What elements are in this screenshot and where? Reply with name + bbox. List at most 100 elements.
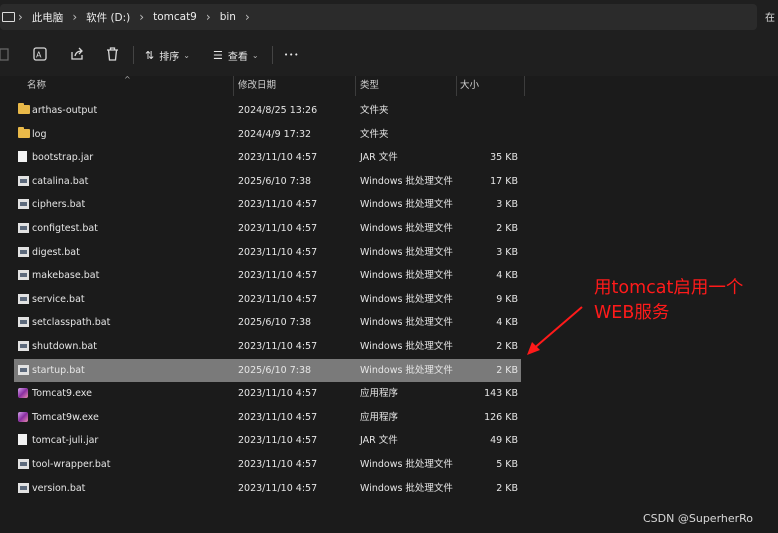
file-name: tomcat-juli.jar	[32, 435, 99, 447]
file-type: Windows 批处理文件	[360, 459, 453, 470]
more-options-button[interactable]: •••	[284, 42, 299, 68]
column-date-modified[interactable]: 修改日期	[238, 76, 276, 96]
chevron-right-icon[interactable]: ›	[15, 10, 26, 24]
sort-button[interactable]: ⇅ 排序 ⌄	[145, 42, 190, 68]
file-row[interactable]: bootstrap.jar 2023/11/10 4:57 JAR 文件 35 KB	[14, 146, 521, 169]
file-name: makebase.bat	[32, 270, 100, 282]
file-row[interactable]: shutdown.bat 2023/11/10 4:57 Windows 批处理文件…	[14, 335, 521, 358]
annotation-text: 用tomcat启用一个 WEB服务	[594, 276, 743, 326]
file-row[interactable]: tool-wrapper.bat 2023/11/10 4:57 Windows 批…	[14, 453, 521, 476]
file-row[interactable]: log 2024/4/9 17:32 文件夹	[14, 123, 521, 146]
file-type: 文件夹	[360, 128, 389, 140]
chevron-right-icon[interactable]: ›	[203, 10, 214, 24]
breadcrumb-bin[interactable]: bin	[214, 11, 242, 23]
bat-icon	[18, 482, 29, 493]
file-name: setclasspath.bat	[32, 317, 111, 329]
jar-icon	[18, 434, 27, 446]
file-date-modified: 2023/11/10 4:57	[238, 482, 318, 494]
bat-icon	[18, 199, 29, 210]
file-date-modified: 2023/11/10 4:57	[238, 246, 318, 258]
bat-icon	[18, 341, 29, 351]
bat-icon	[18, 364, 29, 375]
chevron-right-icon[interactable]: ›	[136, 10, 147, 24]
file-type: Windows 批处理文件	[360, 223, 453, 234]
breadcrumb-tomcat9[interactable]: tomcat9	[147, 11, 203, 23]
chevron-right-icon[interactable]: ›	[69, 10, 80, 24]
file-size: 4 KB	[496, 270, 518, 282]
file-row[interactable]: configtest.bat 2023/11/10 4:57 Windows 批处理…	[14, 217, 521, 240]
file-type: 应用程序	[360, 388, 399, 400]
search-box-partial[interactable]: 在	[765, 9, 775, 24]
file-row[interactable]: Tomcat9.exe 2023/11/10 4:57 应用程序 143 KB	[14, 382, 521, 405]
chevron-down-icon: ⌄	[183, 50, 190, 60]
exe-icon	[18, 388, 28, 399]
column-type[interactable]: 类型	[360, 76, 379, 96]
breadcrumb-drive-d[interactable]: 软件 (D:)	[80, 10, 136, 25]
file-row[interactable]: service.bat 2023/11/10 4:57 Windows 批处理文件 9…	[14, 288, 521, 311]
file-date-modified: 2023/11/10 4:57	[238, 293, 318, 305]
exe-icon	[18, 411, 28, 422]
annotation-line-1: 用tomcat启用一个	[594, 278, 744, 298]
file-row[interactable]: ciphers.bat 2023/11/10 4:57 Windows 批处理文件 3…	[14, 193, 521, 216]
sort-label: 排序	[159, 51, 180, 63]
view-icon: ☰	[213, 48, 223, 62]
annotation-arrow	[527, 306, 583, 355]
column-name[interactable]: 名称	[27, 76, 46, 96]
file-row[interactable]: makebase.bat 2023/11/10 4:57 Windows 批处理文件…	[14, 264, 521, 287]
file-name: bootstrap.jar	[32, 152, 94, 164]
file-type: Windows 批处理文件	[360, 317, 453, 329]
file-size: 35 KB	[490, 152, 518, 164]
column-divider[interactable]	[456, 76, 457, 96]
chevron-right-icon[interactable]: ›	[242, 10, 253, 24]
rename-icon[interactable]: A	[33, 47, 47, 61]
view-button[interactable]: ☰ 查看 ⌄	[213, 42, 259, 68]
file-row[interactable]: version.bat 2023/11/10 4:57 Windows 批处理文件 2…	[14, 477, 521, 500]
file-size: 2 KB	[496, 482, 518, 494]
command-bar: A ⇅ 排序 ⌄ ☰ 查看 ⌄ •••	[0, 34, 778, 76]
file-name: version.bat	[32, 482, 86, 494]
file-size: 5 KB	[496, 459, 518, 470]
file-size: 17 KB	[490, 175, 518, 187]
file-size: 3 KB	[496, 246, 518, 258]
share-icon[interactable]	[70, 47, 84, 61]
file-row[interactable]: digest.bat 2023/11/10 4:57 Windows 批处理文件 3 …	[14, 241, 521, 264]
jar-icon	[18, 151, 27, 163]
file-type: Windows 批处理文件	[360, 199, 453, 211]
file-date-modified: 2025/6/10 7:38	[238, 364, 312, 376]
file-row[interactable]: tomcat-juli.jar 2023/11/10 4:57 JAR 文件 49 K…	[14, 429, 521, 452]
file-type: Windows 批处理文件	[360, 482, 453, 494]
file-type: Windows 批处理文件	[360, 341, 453, 352]
file-name: Tomcat9w.exe	[32, 411, 99, 423]
bat-icon	[18, 459, 29, 469]
breadcrumb: › 此电脑 › 软件 (D:) › tomcat9 › bin ›	[0, 4, 253, 30]
file-name: shutdown.bat	[32, 341, 97, 352]
file-date-modified: 2023/11/10 4:57	[238, 388, 318, 400]
paste-icon[interactable]	[0, 48, 10, 62]
file-size: 3 KB	[496, 199, 518, 211]
column-size[interactable]: 大小	[460, 76, 479, 96]
address-bar-region: › 此电脑 › 软件 (D:) › tomcat9 › bin › 在	[0, 0, 778, 34]
sort-ascending-icon: ^	[124, 75, 131, 84]
file-row[interactable]: setclasspath.bat 2025/6/10 7:38 Windows 批处…	[14, 311, 521, 334]
file-row[interactable]: Tomcat9w.exe 2023/11/10 4:57 应用程序 126 KB	[14, 406, 521, 429]
file-row-selected[interactable]: startup.bat 2025/6/10 7:38 Windows 批处理文件 2 …	[14, 358, 521, 382]
file-size: 49 KB	[490, 435, 518, 447]
file-type: 应用程序	[360, 411, 399, 423]
file-row[interactable]: arthas-output 2024/8/25 13:26 文件夹	[14, 99, 521, 122]
file-date-modified: 2025/6/10 7:38	[238, 317, 312, 329]
file-size: 9 KB	[496, 293, 518, 305]
column-divider[interactable]	[233, 76, 234, 96]
file-date-modified: 2023/11/10 4:57	[238, 411, 318, 423]
computer-icon[interactable]	[2, 12, 15, 22]
file-name: tool-wrapper.bat	[32, 459, 111, 470]
toolbar-divider	[272, 46, 273, 64]
file-date-modified: 2023/11/10 4:57	[238, 459, 318, 470]
file-name: startup.bat	[32, 364, 85, 376]
file-date-modified: 2024/4/9 17:32	[238, 128, 312, 140]
delete-icon[interactable]	[106, 47, 119, 61]
file-name: ciphers.bat	[32, 199, 86, 211]
breadcrumb-this-pc[interactable]: 此电脑	[26, 10, 70, 25]
file-row[interactable]: catalina.bat 2025/6/10 7:38 Windows 批处理文件 1…	[14, 170, 521, 193]
column-divider[interactable]	[524, 76, 525, 96]
column-divider[interactable]	[355, 76, 356, 96]
